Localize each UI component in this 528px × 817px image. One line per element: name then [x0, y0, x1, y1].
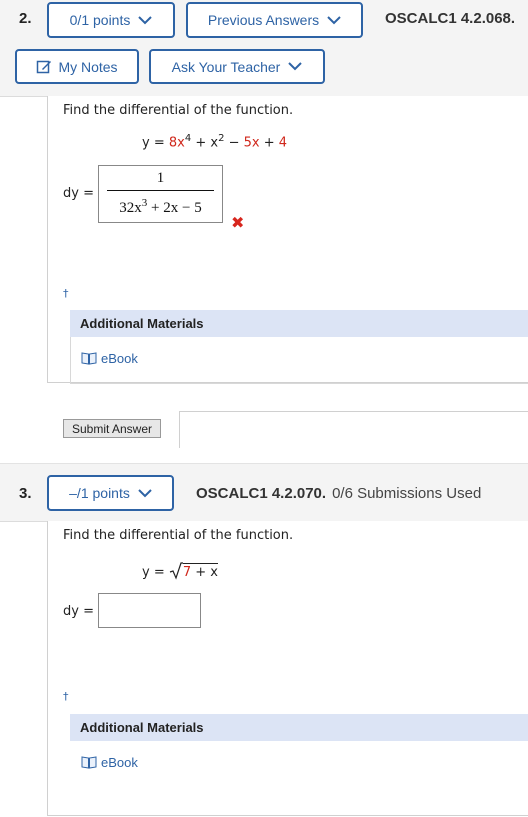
additional-materials-header: Additional Materials	[70, 714, 528, 741]
question-number: 2.	[19, 10, 32, 27]
additional-materials-header: Additional Materials	[70, 310, 528, 337]
points-label: 0/1 points	[69, 12, 131, 28]
submit-answer-button[interactable]: Submit Answer	[63, 419, 161, 438]
eq-term: x	[210, 135, 219, 151]
submit-area	[179, 411, 528, 448]
ebook-link[interactable]: eBook	[81, 755, 138, 770]
dy-label: dy =	[63, 604, 94, 619]
question-3-body	[47, 521, 528, 816]
eq-operator: +	[259, 135, 279, 151]
additional-materials-panel	[70, 337, 528, 384]
incorrect-icon: ✖	[231, 213, 245, 232]
den-rest: + 2x − 5	[147, 200, 202, 216]
eq-term: 8x	[168, 135, 185, 151]
ebook-label: eBook	[101, 351, 138, 366]
ebook-link[interactable]: eBook	[81, 351, 138, 366]
ask-your-teacher-dropdown[interactable]: Ask Your Teacher	[149, 49, 325, 84]
eq-lhs: y =	[142, 565, 169, 580]
points-dropdown[interactable]: 0/1 points	[47, 2, 175, 38]
function-equation: y = 8x4 + x2 − 5x + 4	[142, 133, 287, 150]
eq-term: 7	[182, 565, 192, 580]
question-prompt: Find the differential of the function.	[63, 103, 294, 118]
book-icon	[81, 352, 97, 365]
chevron-down-icon	[138, 15, 153, 24]
eq-operator: +	[191, 135, 211, 151]
points-label: –/1 points	[69, 485, 130, 501]
dagger-footnote-link[interactable]: †	[63, 287, 69, 300]
eq-operator: −	[224, 135, 244, 151]
eq-term: 4	[278, 135, 288, 151]
notes-icon	[37, 60, 52, 74]
question-code: OSCALC1 4.2.070. 0/6 Submissions Used	[196, 485, 481, 502]
my-notes-label: My Notes	[58, 58, 118, 75]
dagger-footnote-link[interactable]: †	[63, 690, 69, 703]
book-icon	[81, 756, 97, 769]
submissions-used: 0/6 Submissions Used	[332, 485, 482, 502]
fraction-bar	[107, 190, 214, 191]
answer-numerator: 1	[156, 170, 165, 186]
points-dropdown[interactable]: –/1 points	[47, 475, 174, 511]
question-code: OSCALC1 4.2.068.	[385, 10, 516, 27]
chevron-down-icon	[327, 15, 341, 24]
den-term: 32x	[119, 200, 142, 216]
eq-term: 5x	[243, 135, 260, 151]
chevron-down-icon	[138, 488, 152, 497]
answer-input[interactable]	[98, 593, 201, 628]
answer-denominator: 32x3 + 2x − 5	[98, 197, 223, 217]
previous-answers-label: Previous Answers	[207, 12, 320, 28]
question-number: 3.	[19, 485, 32, 502]
my-notes-button[interactable]: My Notes	[15, 49, 139, 84]
eq-term: + x	[191, 565, 218, 580]
question-code-text: OSCALC1 4.2.070.	[196, 485, 327, 502]
ask-your-teacher-label: Ask Your Teacher	[171, 58, 281, 75]
radical-icon	[169, 562, 183, 580]
question-prompt: Find the differential of the function.	[63, 528, 294, 543]
function-equation: y = 7 + x	[142, 562, 218, 580]
chevron-down-icon	[288, 62, 303, 71]
eq-lhs: y =	[142, 135, 169, 151]
ebook-label: eBook	[101, 755, 138, 770]
previous-answers-dropdown[interactable]: Previous Answers	[186, 2, 363, 38]
dy-label: dy =	[63, 186, 94, 201]
